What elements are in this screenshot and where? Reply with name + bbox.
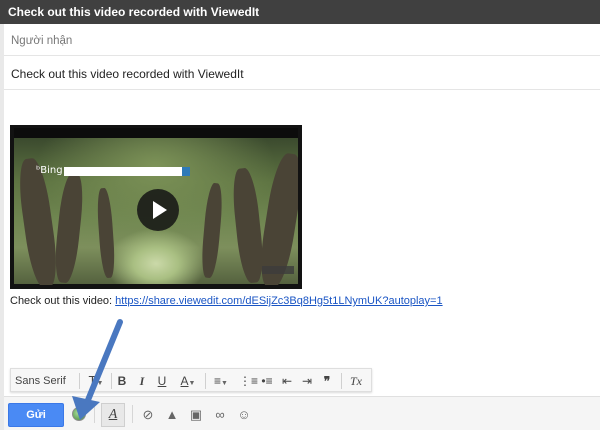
send-button[interactable]: Gửi <box>8 403 64 427</box>
insert-photo-icon[interactable]: ▣ <box>188 407 204 423</box>
video-caption: Check out this video: https://share.view… <box>10 295 443 307</box>
quote-icon[interactable]: ❞ <box>319 373 335 389</box>
bold-button[interactable]: B <box>115 373 129 389</box>
bing-logo: ᵇBing <box>36 165 63 176</box>
video-caption-text: Check out this video: <box>10 295 116 307</box>
recipients-placeholder: Người nhận <box>11 35 73 47</box>
recipients-field[interactable]: Người nhận <box>4 24 600 56</box>
bing-search-icon <box>182 167 190 176</box>
compose-title: Check out this video recorded with Viewe… <box>0 0 600 24</box>
emoji-icon[interactable]: ☺ <box>236 407 252 423</box>
compose-actions-bar: Gửi A ⊘ ▲ ▣ ∞ ☺ <box>4 396 600 430</box>
bulleted-list-icon[interactable]: •≡ <box>259 373 275 389</box>
video-header-bar <box>14 128 298 138</box>
viewedit-icon[interactable] <box>72 407 86 421</box>
align-icon[interactable]: ≡▼ <box>209 373 233 389</box>
remove-formatting-button[interactable]: Tx <box>347 373 365 389</box>
underline-button[interactable]: U <box>155 373 169 389</box>
video-controls <box>262 266 294 274</box>
insert-link-icon[interactable]: ∞ <box>212 407 228 423</box>
play-button[interactable] <box>137 189 179 231</box>
drive-icon[interactable]: ▲ <box>164 407 180 423</box>
italic-button[interactable]: I <box>135 373 149 389</box>
font-family-select[interactable]: Sans Serif ▼ <box>15 373 71 402</box>
play-icon <box>153 201 167 219</box>
subject-value: Check out this video recorded with Viewe… <box>11 67 244 81</box>
text-color-button[interactable]: A▼ <box>175 373 201 389</box>
attach-icon[interactable]: ⊘ <box>140 407 156 423</box>
formatting-options-toggle[interactable]: A <box>101 403 125 427</box>
video-link[interactable]: https://share.viewedit.com/dESijZc3Bq8Hg… <box>115 295 442 307</box>
formatting-toolbar: Sans Serif ▼ T▼ B I U A▼ ≡▼ ⋮≡ •≡ ⇤ ⇥ ❞ … <box>10 368 372 402</box>
font-size-select[interactable]: T▼ <box>85 373 107 389</box>
numbered-list-icon[interactable]: ⋮≡ <box>239 373 258 389</box>
video-thumbnail[interactable]: ᵇBing <box>10 125 302 289</box>
indent-less-icon[interactable]: ⇤ <box>279 373 295 389</box>
bing-search-box <box>64 167 182 176</box>
indent-more-icon[interactable]: ⇥ <box>299 373 315 389</box>
subject-field[interactable]: Check out this video recorded with Viewe… <box>4 56 600 90</box>
